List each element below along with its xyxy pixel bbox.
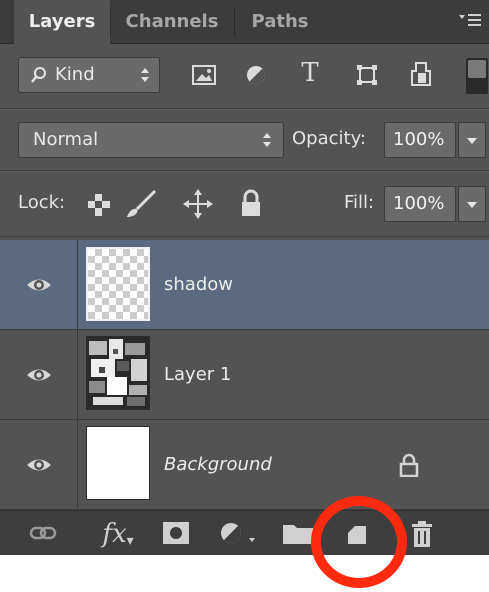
visibility-cell [0,330,78,420]
filter-row: Kind T [0,44,489,108]
layer-thumbnail-white[interactable] [86,426,150,500]
smart-object-filter-icon[interactable] [408,60,434,88]
layer-thumbnail-transparent[interactable] [86,247,150,321]
lock-position-icon[interactable] [182,188,214,220]
link-layers-icon[interactable] [28,523,58,543]
tab-channels[interactable]: Channels [112,0,232,44]
type-filter-icon[interactable]: T [296,58,324,88]
highlight-circle-annotation [311,496,407,588]
updown-arrows-icon [137,64,153,86]
tab-paths[interactable]: Paths [236,0,324,44]
panel-menu-icon[interactable] [457,10,483,32]
delete-layer-trash-icon[interactable] [410,519,434,549]
fill-label: Fill: [344,192,375,213]
eye-icon[interactable] [24,365,54,385]
lock-transparent-pixels-icon[interactable] [86,192,112,218]
filter-kind-dropdown[interactable]: Kind [18,57,160,93]
search-icon [29,64,49,86]
visibility-cell [0,240,78,330]
tab-divider [110,8,111,36]
fill-field[interactable]: 100% [384,186,456,222]
opacity-label: Opacity: [292,128,366,149]
lock-all-icon[interactable] [238,188,264,218]
filter-toggle-switch[interactable] [458,56,488,96]
layer-row-shadow[interactable]: shadow [0,240,489,330]
panel-tab-bar: Layers Channels Paths [0,0,489,45]
opacity-field[interactable]: 100% [384,122,456,158]
adjustment-filter-icon[interactable] [243,62,269,88]
new-adjustment-layer-icon[interactable] [218,519,260,547]
layers-bottom-bar: fx ▾ [0,510,489,555]
layer-row-layer1[interactable]: Layer 1 [0,330,489,420]
image-filter-icon[interactable] [190,62,218,88]
updown-arrows-icon [259,129,275,151]
shape-filter-icon[interactable] [354,62,380,88]
dropdown-triangle-icon: ▾ [126,533,134,549]
layer-name[interactable]: Background [164,420,272,510]
blend-row: Normal Opacity: 100% [0,110,489,170]
eye-icon[interactable] [24,275,54,295]
layer-thumbnail-photo[interactable] [86,336,150,410]
visibility-cell [0,420,78,510]
blend-mode-value: Normal [33,129,99,150]
tab-layers[interactable]: Layers [14,0,110,45]
eye-icon[interactable] [24,455,54,475]
divider [0,236,489,237]
fill-slider-button[interactable] [458,186,486,222]
filter-kind-label: Kind [55,64,95,85]
lock-image-pixels-icon[interactable] [124,188,158,220]
layer-lock-icon [398,452,420,478]
layers-panel: Layers Channels Paths Kind T Normal Opac… [0,0,489,555]
blend-mode-dropdown[interactable]: Normal [18,122,284,158]
lock-row: Lock: Fill: 100% [0,172,489,236]
layer-name[interactable]: Layer 1 [164,330,231,420]
fx-label: fx [102,519,127,549]
layer-style-fx-button[interactable]: fx ▾ [98,517,138,551]
layer-name[interactable]: shadow [164,240,233,330]
layer-row-background[interactable]: Background [0,420,489,510]
tab-divider [234,8,235,36]
opacity-slider-button[interactable] [458,122,486,158]
lock-label: Lock: [18,192,66,213]
new-group-folder-icon[interactable] [282,521,314,545]
add-mask-icon[interactable] [162,521,190,545]
